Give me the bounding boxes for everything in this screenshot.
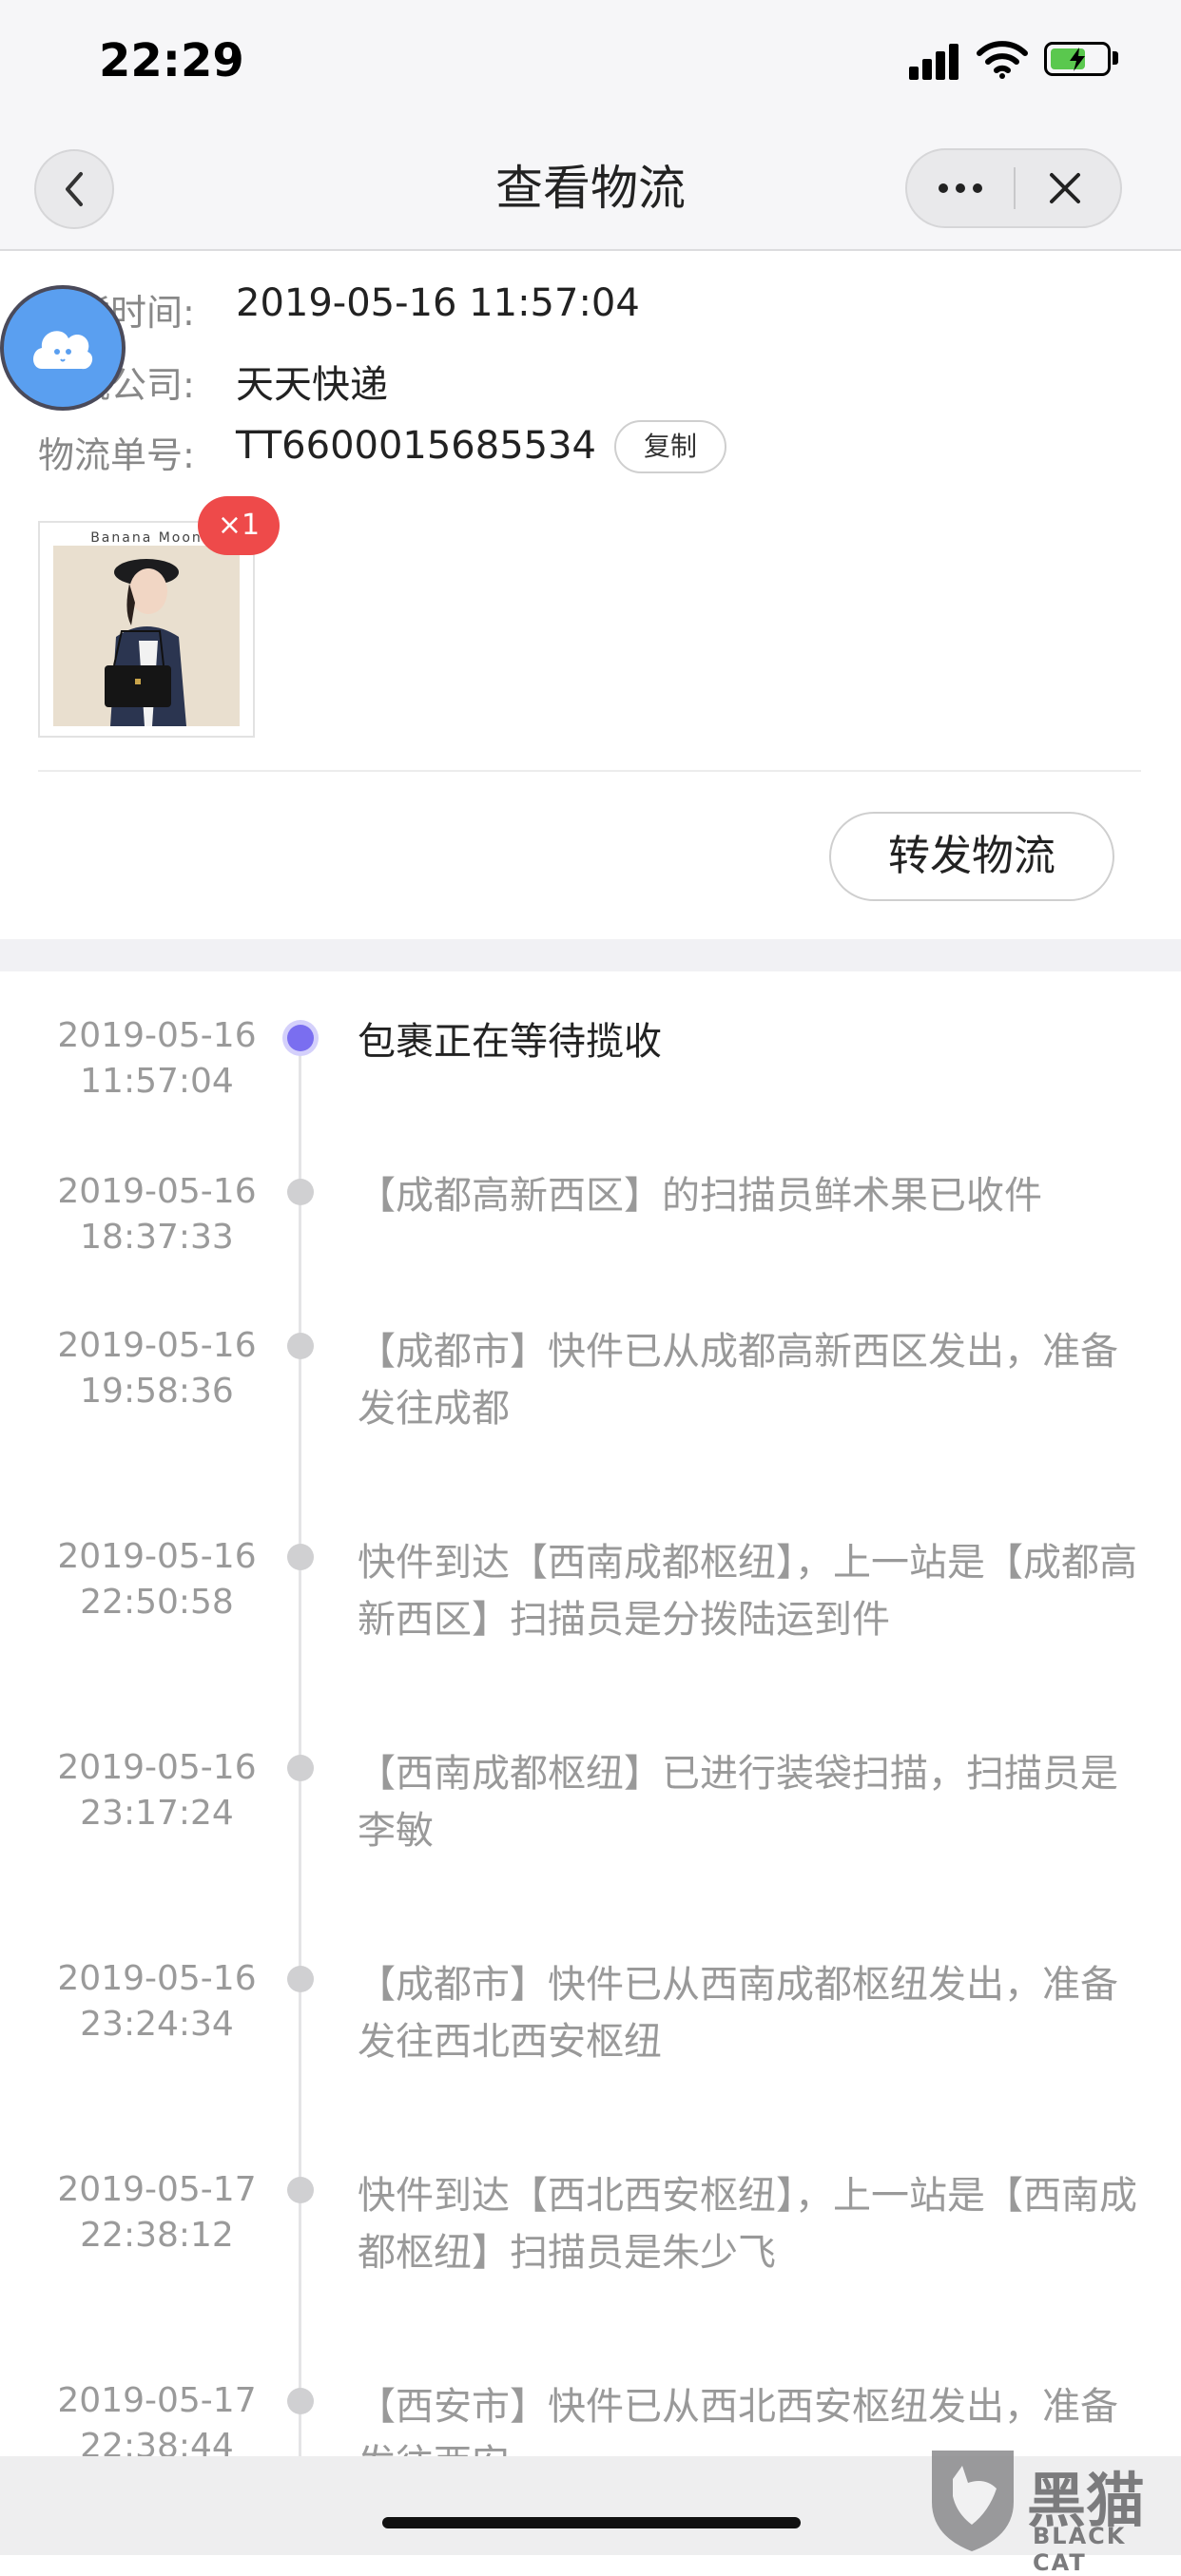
mini-program-capsule	[905, 148, 1122, 228]
timeline-date: 2019-05-16 19:58:36	[57, 1326, 257, 1411]
cloud-face-icon	[33, 331, 93, 370]
battery-icon	[1044, 42, 1111, 76]
copy-button[interactable]: 复制	[614, 420, 726, 473]
cellular-signal-icon	[909, 42, 962, 80]
company-value: 天天快递	[236, 363, 388, 407]
floating-assistant-avatar[interactable]	[0, 285, 126, 411]
section-gap	[0, 939, 1181, 971]
timeline-text: 快件到达【西北西安枢纽】，上一站是【西南成都枢纽】扫描员是朱少飞	[358, 2174, 1137, 2275]
timeline-text: 【西南成都枢纽】已进行装袋扫描，扫描员是李敏	[358, 1752, 1118, 1853]
forward-logistics-button[interactable]: 转发物流	[829, 812, 1114, 901]
timeline-text: 【成都市】快件已从西南成都枢纽发出，准备发往西北西安枢纽	[358, 1963, 1118, 2064]
timeline-text: 【成都高新西区】的扫描员鲜术果已收件	[358, 1174, 1042, 1218]
timeline-date: 2019-05-16 18:37:33	[57, 1172, 257, 1257]
timeline-date: 2019-05-16 11:57:04	[57, 1016, 257, 1101]
product-photo	[53, 546, 240, 726]
capsule-divider	[1014, 167, 1016, 209]
timeline-dot	[287, 1544, 314, 1570]
home-indicator[interactable]	[382, 2517, 801, 2528]
timeline-line	[299, 1036, 301, 2462]
timeline-dot	[287, 1755, 314, 1781]
timeline-dot	[287, 1333, 314, 1359]
quantity-badge: ×1	[198, 496, 280, 555]
timeline-date: 2019-05-17 22:38:12	[57, 2170, 257, 2255]
header: 22:29 查看物流	[0, 0, 1181, 251]
timeline-text: 包裹正在等待揽收	[358, 1020, 662, 1064]
tracking-label: 物流单号:	[38, 434, 195, 476]
wifi-icon	[977, 41, 1028, 79]
timeline-text: 快件到达【西南成都枢纽】，上一站是【成都高新西区】扫描员是分拨陆运到件	[358, 1541, 1137, 1642]
close-icon[interactable]	[1044, 167, 1086, 209]
timeline-date: 2019-05-16 23:17:24	[57, 1748, 257, 1833]
battery-tip	[1113, 51, 1118, 65]
more-icon[interactable]	[934, 171, 987, 205]
timeline-dot	[287, 1179, 314, 1205]
timeline-date: 2019-05-16 22:50:58	[57, 1537, 257, 1622]
divider	[38, 770, 1141, 772]
tracking-number: TT6600015685534	[236, 424, 597, 468]
timeline-text: 【成都市】快件已从成都高新西区发出，准备发往成都	[358, 1330, 1118, 1431]
watermark-subtext: BLACK CAT	[1033, 2523, 1127, 2576]
status-time: 22:29	[99, 34, 244, 87]
timeline-dot-current	[287, 1025, 314, 1051]
timeline-dot	[287, 2388, 314, 2414]
timeline-dot	[287, 1966, 314, 1992]
ship-time-value: 2019-05-16 11:57:04	[236, 281, 640, 325]
timeline-date: 2019-05-16 23:24:34	[57, 1959, 257, 2044]
timeline-dot	[287, 2177, 314, 2203]
